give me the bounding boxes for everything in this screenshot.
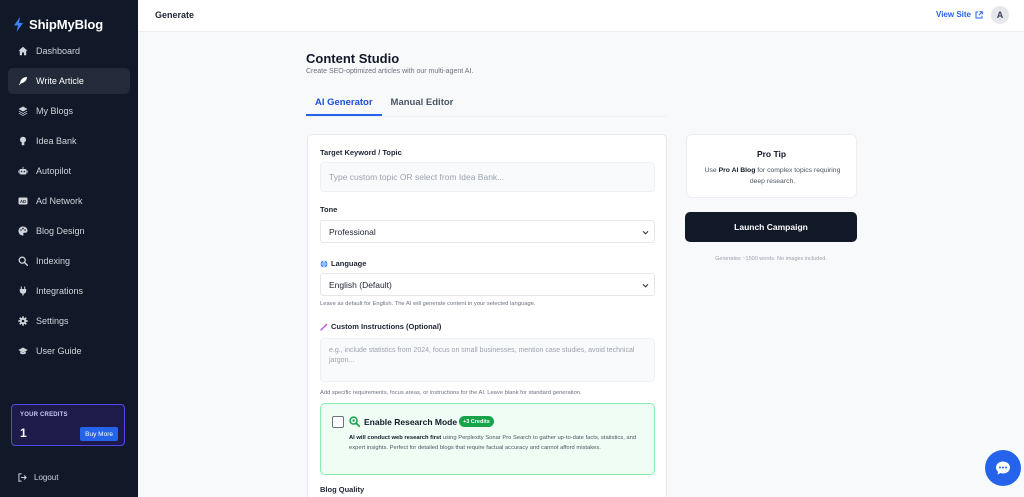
sidebar-item-label: Idea Bank bbox=[36, 136, 77, 146]
brand[interactable]: ShipMyBlog bbox=[0, 0, 138, 36]
sidebar-item-blog-design[interactable]: Blog Design bbox=[8, 218, 130, 244]
plug-icon bbox=[19, 286, 27, 296]
logout-icon bbox=[18, 473, 27, 482]
sidebar-item-autopilot[interactable]: Autopilot bbox=[8, 158, 130, 184]
credits-cost-badge: +3 Credits bbox=[459, 416, 494, 427]
sidebar-item-label: Dashboard bbox=[36, 46, 81, 56]
home-icon bbox=[18, 46, 28, 56]
sidebar-item-label: My Blogs bbox=[36, 106, 74, 116]
tip-text-bold: Pro AI Blog bbox=[718, 167, 756, 174]
language-value: English (Default) bbox=[329, 279, 392, 290]
pro-tip-text: Use Pro AI Blog for complex topics requi… bbox=[701, 165, 844, 187]
palette-icon bbox=[18, 226, 28, 236]
research-mode-panel: Enable Research Mode +3 Credits AI will … bbox=[320, 403, 655, 475]
globe-icon bbox=[320, 259, 328, 268]
chat-button[interactable] bbox=[985, 450, 1021, 486]
logout-link[interactable]: Logout bbox=[18, 473, 58, 482]
keyword-label: Target Keyword / Topic bbox=[320, 148, 402, 157]
lightning-bolt-icon bbox=[14, 16, 23, 32]
research-mode-checkbox[interactable] bbox=[332, 416, 344, 428]
blog-quality-label: Blog Quality bbox=[320, 485, 365, 494]
launch-note: Generates ~1500 words. No images include… bbox=[715, 256, 827, 262]
sidebar-item-label: Autopilot bbox=[36, 166, 72, 176]
tone-value: Professional bbox=[329, 226, 376, 237]
tabs-divider bbox=[306, 116, 666, 117]
page-title: Content Studio bbox=[306, 51, 400, 66]
sidebar-item-label: Indexing bbox=[36, 256, 71, 266]
chevron-down-icon bbox=[642, 230, 649, 235]
instructions-label-row: Custom Instructions (Optional) bbox=[320, 322, 441, 331]
instructions-label: Custom Instructions (Optional) bbox=[331, 322, 442, 331]
language-help: Leave as default for English. The AI wil… bbox=[320, 301, 536, 307]
credits-value: 1 bbox=[20, 426, 27, 440]
research-mode-description: AI will conduct web research first using… bbox=[349, 433, 647, 453]
logout-label: Logout bbox=[34, 473, 59, 482]
sidebar-item-ad-network[interactable]: AD Ad Network bbox=[8, 188, 130, 214]
search-icon bbox=[18, 256, 28, 266]
sidebar-item-my-blogs[interactable]: My Blogs bbox=[8, 98, 130, 124]
sidebar-item-label: Blog Design bbox=[36, 226, 85, 236]
page-heading: Generate bbox=[155, 10, 195, 20]
sidebar-item-dashboard[interactable]: Dashboard bbox=[8, 38, 130, 64]
chat-bubble-icon bbox=[996, 461, 1010, 475]
language-label: Language bbox=[331, 259, 367, 268]
sidebar-item-label: Write Article bbox=[36, 76, 84, 86]
robot-icon bbox=[18, 166, 28, 175]
tab-ai-generator[interactable]: AI Generator bbox=[306, 94, 382, 116]
feather-icon bbox=[19, 77, 27, 86]
sidebar-item-label: Settings bbox=[36, 316, 69, 326]
sidebar-item-settings[interactable]: Settings bbox=[8, 308, 130, 334]
ad-icon: AD bbox=[18, 197, 28, 205]
tone-label: Tone bbox=[320, 205, 338, 214]
keyword-input[interactable]: Type custom topic OR select from Idea Ba… bbox=[320, 162, 655, 192]
research-mode-title: Enable Research Mode bbox=[364, 417, 458, 427]
buy-more-button[interactable]: Buy More bbox=[80, 427, 118, 441]
sidebar-item-indexing[interactable]: Indexing bbox=[8, 248, 130, 274]
generator-form: Target Keyword / Topic Type custom topic… bbox=[307, 134, 667, 497]
tab-manual-editor[interactable]: Manual Editor bbox=[382, 94, 463, 116]
sidebar-item-integrations[interactable]: Integrations bbox=[8, 278, 130, 304]
sidebar-item-label: Integrations bbox=[36, 286, 84, 296]
gear-icon bbox=[18, 316, 28, 326]
tone-select[interactable]: Professional bbox=[320, 220, 655, 243]
sidebar-item-label: Ad Network bbox=[36, 196, 83, 206]
avatar[interactable]: A bbox=[991, 6, 1009, 24]
sidebar-item-user-guide[interactable]: User Guide bbox=[8, 338, 130, 364]
credits-card: YOUR CREDITS 1 Buy More bbox=[11, 404, 125, 446]
sidebar-item-write-article[interactable]: Write Article bbox=[8, 68, 130, 94]
brand-name: ShipMyBlog bbox=[29, 16, 104, 32]
top-bar: Generate View Site A bbox=[138, 0, 1024, 32]
credits-label: YOUR CREDITS bbox=[20, 412, 68, 418]
tab-bar: AI Generator Manual Editor bbox=[306, 94, 462, 116]
sidebar-nav: Dashboard Write Article My Blogs Idea Ba… bbox=[0, 38, 138, 368]
research-desc-bold: AI will conduct web research first bbox=[349, 435, 442, 441]
instructions-help: Add specific requirements, focus areas, … bbox=[320, 390, 582, 396]
tip-text-pre: Use bbox=[704, 167, 719, 174]
sidebar: ShipMyBlog Dashboard Write Article My Bl… bbox=[0, 0, 138, 497]
language-select[interactable]: English (Default) bbox=[320, 273, 655, 296]
pro-tip-title: Pro Tip bbox=[756, 149, 787, 159]
view-site-link[interactable]: View Site bbox=[936, 10, 983, 19]
svg-text:AD: AD bbox=[20, 199, 26, 204]
page-subtitle: Create SEO-optimized articles with our m… bbox=[306, 68, 474, 75]
layers-icon bbox=[18, 106, 28, 116]
launch-campaign-button[interactable]: Launch Campaign bbox=[685, 212, 857, 242]
view-site-label: View Site bbox=[936, 10, 971, 19]
tip-text-post: for complex topics requiring deep resear… bbox=[749, 167, 841, 185]
sidebar-item-label: User Guide bbox=[36, 346, 82, 356]
external-link-icon bbox=[975, 10, 983, 18]
magic-wand-icon bbox=[320, 322, 328, 331]
chevron-down-icon bbox=[642, 283, 649, 288]
graduation-cap-icon bbox=[18, 347, 28, 355]
instructions-textarea[interactable]: e.g., include statistics from 2024, focu… bbox=[320, 338, 655, 382]
lightbulb-icon bbox=[20, 136, 26, 146]
research-search-icon bbox=[349, 416, 360, 427]
pro-tip-card: Pro Tip Use Pro AI Blog for complex topi… bbox=[686, 134, 857, 198]
language-label-row: Language bbox=[320, 259, 366, 268]
sidebar-item-idea-bank[interactable]: Idea Bank bbox=[8, 128, 130, 154]
